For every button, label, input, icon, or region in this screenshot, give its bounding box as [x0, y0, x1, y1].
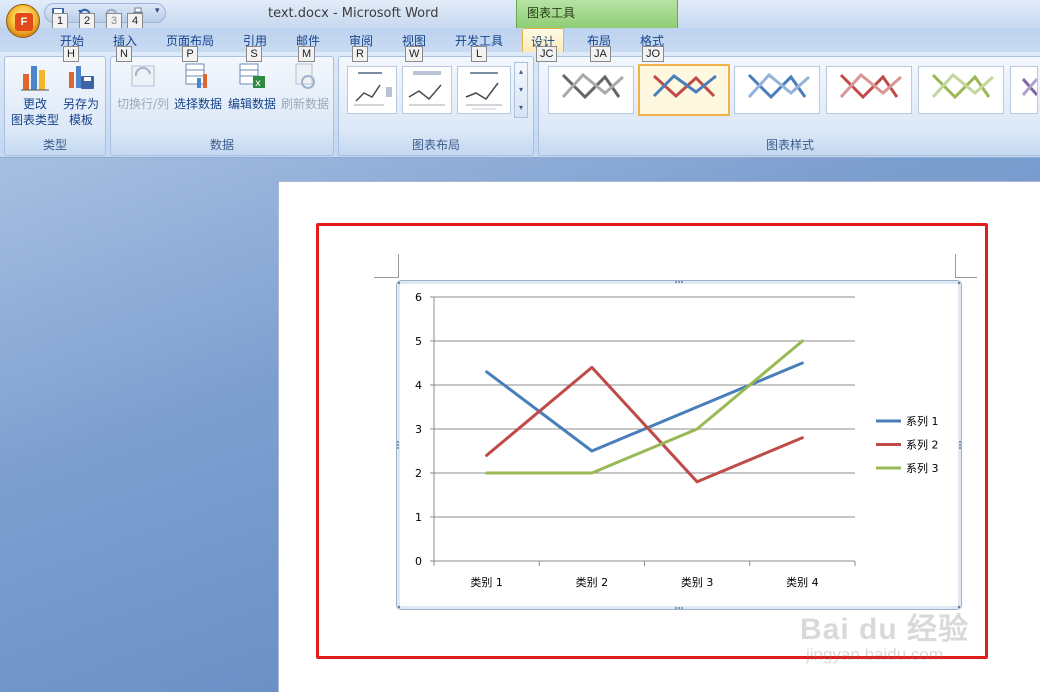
layout-gallery-scroll[interactable]: ▴ ▾ ▾	[514, 62, 528, 118]
switch-row-column-button[interactable]: 切换行/列	[114, 60, 172, 112]
context-tab-group-title: 图表工具	[527, 6, 576, 20]
keytip-review: R	[352, 46, 368, 62]
customize-qat-icon[interactable]: ▾	[155, 6, 160, 16]
chart-layout-1-icon	[354, 72, 392, 106]
chart-style-3[interactable]	[734, 66, 820, 114]
window-title: text.docx - Microsoft Word	[268, 6, 439, 21]
keytip-insert: N	[116, 46, 132, 62]
chart-style-3-icon	[747, 72, 810, 100]
select-data-icon	[185, 63, 207, 88]
chart-style-4-icon	[839, 72, 902, 100]
baidu-watermark-url: jingyan.baidu.com	[806, 645, 944, 664]
keytip-home: H	[63, 46, 79, 62]
keytip-qat-2: 2	[79, 13, 95, 29]
keytip-view: W	[405, 46, 424, 62]
select-data-button[interactable]: 选择数据	[172, 60, 224, 112]
office-button[interactable]: F	[6, 4, 40, 38]
refresh-data-label: 刷新数据	[280, 97, 329, 111]
chart-style-6-icon	[1021, 78, 1039, 96]
highlight-box	[316, 223, 988, 659]
chart-layout-1[interactable]	[347, 66, 397, 114]
switch-row-column-label: 切换行/列	[116, 97, 170, 111]
chart-style-2-icon	[652, 74, 717, 99]
select-data-label: 选择数据	[173, 97, 222, 111]
keytip-mailings: M	[298, 46, 316, 62]
change-chart-type-button[interactable]: 更改 图表类型	[10, 60, 60, 128]
keytip-page-layout: P	[182, 46, 198, 62]
chart-layout-3[interactable]	[457, 66, 511, 114]
edit-data-label: 编辑数据	[227, 97, 276, 111]
change-chart-type-label-1: 更改	[22, 97, 47, 111]
save-template-label-2: 模板	[68, 113, 93, 127]
keytip-qat-3: 3	[106, 13, 122, 29]
chart-type-icon	[21, 66, 49, 91]
keytip-design: JC	[536, 46, 558, 62]
save-template-label-1: 另存为	[62, 97, 99, 111]
refresh-data-icon	[295, 63, 315, 89]
chart-style-4[interactable]	[826, 66, 912, 114]
chart-style-5-icon	[931, 72, 994, 100]
chart-layout-2[interactable]	[402, 66, 452, 114]
keytip-format: JO	[642, 46, 665, 62]
keytip-layout: JA	[590, 46, 611, 62]
save-as-template-button[interactable]: 另存为 模板	[60, 60, 102, 128]
group-label-data: 数据	[209, 138, 234, 152]
change-chart-type-label-2: 图表类型	[10, 113, 59, 127]
baidu-watermark: Bai du 经验	[800, 613, 970, 646]
chart-layout-3-icon	[465, 72, 502, 110]
svg-text:x: x	[255, 78, 261, 89]
edit-data-icon: x	[239, 63, 265, 89]
keytip-qat-4: 4	[127, 13, 143, 29]
ribbon-tab-bar	[0, 28, 1040, 52]
save-template-icon	[69, 66, 94, 89]
keytip-references: S	[246, 46, 262, 62]
keytip-qat-1: 1	[52, 13, 68, 29]
group-label-type: 类型	[42, 138, 67, 152]
chart-layout-2-icon	[408, 71, 445, 106]
switch-row-column-icon	[131, 65, 155, 87]
chart-style-5[interactable]	[918, 66, 1004, 114]
chart-style-2-selected[interactable]	[638, 64, 730, 116]
office-logo: F	[15, 13, 33, 31]
refresh-data-button[interactable]: 刷新数据	[278, 60, 332, 112]
keytip-developer: L	[471, 46, 487, 62]
chart-style-6[interactable]	[1010, 66, 1039, 114]
group-label-chart-layouts: 图表布局	[411, 138, 460, 152]
edit-data-button[interactable]: x 编辑数据	[226, 60, 278, 112]
group-label-chart-styles: 图表样式	[765, 138, 814, 152]
chart-style-1[interactable]	[548, 66, 634, 114]
chart-style-1-icon	[561, 72, 624, 100]
